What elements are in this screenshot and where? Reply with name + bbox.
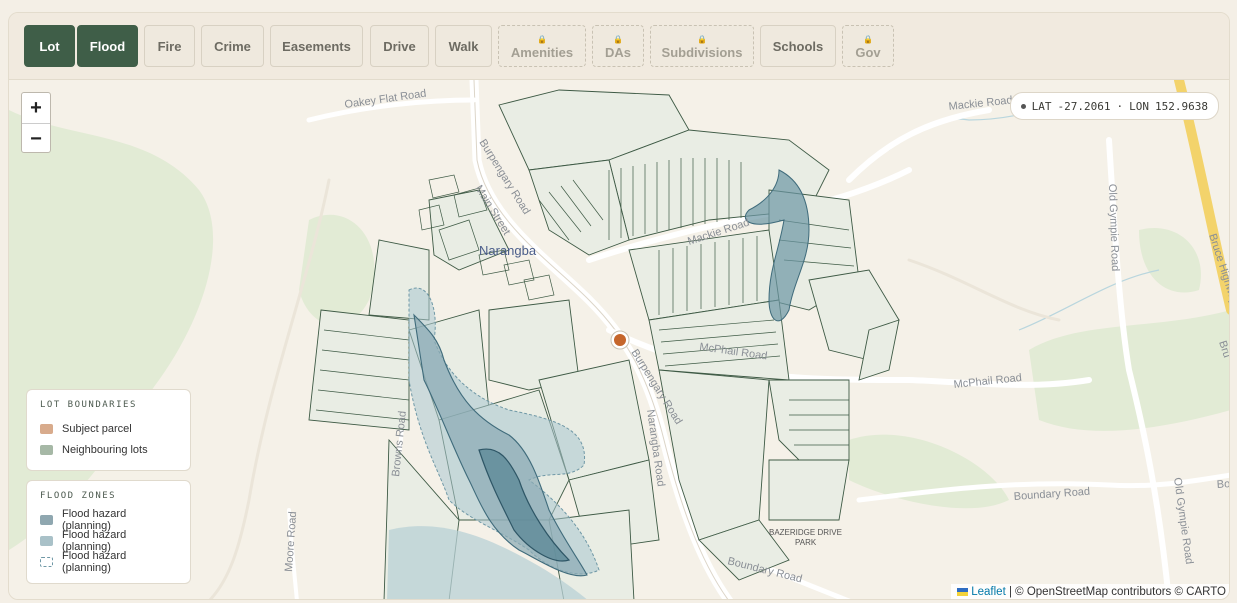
label-park: PARK: [795, 538, 817, 547]
legend-swatch: [40, 556, 53, 567]
coordinate-readout: LAT -27.2061 · LON 152.9638: [1009, 92, 1219, 120]
label-narangba-suburb: Narangba: [479, 243, 537, 258]
tab-lot[interactable]: Lot: [24, 25, 75, 67]
label-boundary-edge: Bo: [1216, 478, 1230, 491]
tab-flood[interactable]: Flood: [77, 25, 138, 67]
ukraine-flag-icon: [957, 588, 969, 596]
app-frame: Lot Flood Fire Crime Easements Drive Walk 🔒 Amen…: [8, 12, 1230, 600]
legend-item-subject-parcel: Subject parcel: [40, 418, 178, 439]
lon-value: 152.9638: [1155, 99, 1208, 113]
label-old-gympie-road-south: Old Gympie Road: [1171, 477, 1195, 565]
lock-icon: 🔒: [697, 34, 707, 44]
tab-label: Subdivisions: [661, 44, 743, 60]
tab-label: Schools: [772, 38, 824, 54]
legend-item-flood-hazard: Flood hazard (planning): [40, 529, 178, 553]
tab-gov[interactable]: 🔒 Gov: [842, 25, 894, 67]
tab-label: Flood: [89, 38, 126, 54]
legend-swatch: [40, 514, 53, 525]
tab-das[interactable]: 🔒 DAs: [592, 25, 644, 67]
legend-title: LOT BOUNDARIES: [40, 400, 137, 410]
legend-item-flood-hazard: Flood hazard (planning): [40, 508, 178, 532]
legend-flood-zones: FLOOD ZONES Flood hazard (planning) Floo…: [26, 480, 191, 584]
label-mcphail-road-east: McPhail Road: [953, 372, 1022, 391]
tab-subdivisions[interactable]: 🔒 Subdivisions: [650, 25, 754, 67]
lot-parcel: [658, 369, 770, 541]
layer-toolbar: Lot Flood Fire Crime Easements Drive Walk 🔒 Amen…: [9, 13, 1229, 80]
label-boundary-road-east: Boundary Road: [1013, 486, 1090, 503]
tab-walk[interactable]: Walk: [435, 25, 492, 67]
legend-item-neighbouring-lots: Neighbouring lots: [40, 439, 178, 460]
zoom-in-button[interactable]: +: [22, 93, 50, 124]
map-attribution: Leaflet | © OpenStreetMap contributors ©…: [951, 584, 1229, 599]
road-mackie-e: [846, 107, 992, 183]
label-bazeridge-drive: BAZERIDGE DRIVE: [769, 528, 842, 537]
tab-label: Gov: [855, 44, 881, 60]
tab-crime[interactable]: Crime: [201, 25, 264, 67]
tab-label: Amenities: [510, 44, 574, 60]
legend-lot-boundaries: LOT BOUNDARIES Subject parcel Neighbouri…: [26, 389, 191, 471]
lon-label: LON: [1129, 99, 1150, 113]
label-moore-road: Moore Road: [283, 511, 299, 572]
legend-item-flood-hazard: Flood hazard (planning): [40, 549, 178, 574]
lock-icon: 🔒: [613, 34, 623, 44]
legend-label: Flood hazard (planning): [61, 549, 127, 574]
lot-boundaries: [308, 89, 900, 599]
tab-label: Fire: [157, 38, 182, 54]
legend-swatch: [40, 444, 53, 455]
zoom-out-button[interactable]: −: [22, 124, 50, 154]
map-canvas[interactable]: Oakey Flat Road Mackie Road Mackie Road …: [9, 80, 1230, 600]
location-dot-icon: [1020, 103, 1026, 109]
map-graphics[interactable]: Oakey Flat Road Mackie Road Mackie Road …: [9, 80, 1230, 600]
lot-parcel: [308, 309, 410, 431]
legend-title: FLOOD ZONES: [40, 491, 117, 501]
legend-label: Neighbouring lots: [62, 443, 148, 456]
tab-label: DAs: [604, 44, 631, 60]
lat-value: -27.2061: [1057, 99, 1111, 113]
tab-schools[interactable]: Schools: [760, 25, 836, 67]
legend-label: Subject parcel: [62, 422, 132, 435]
lat-label: LAT: [1031, 99, 1052, 113]
leaflet-link[interactable]: Leaflet: [971, 586, 1006, 598]
legend-swatch: [40, 535, 53, 546]
green-area-mid: [299, 214, 375, 326]
tab-label: Lot: [39, 38, 60, 54]
label-bruce-highway: Bruce Highway: [1206, 232, 1230, 307]
tab-label: Easements: [282, 38, 351, 54]
legend-swatch: [40, 423, 53, 434]
lock-icon: 🔒: [863, 34, 873, 44]
coord-separator: ·: [1116, 99, 1124, 113]
tab-label: Walk: [448, 38, 479, 54]
zoom-control: + −: [21, 92, 51, 153]
subject-parcel-marker[interactable]: [610, 330, 630, 350]
tab-amenities[interactable]: 🔒 Amenities: [498, 25, 586, 67]
lock-icon: 🔒: [537, 34, 547, 44]
lot-parcel: [768, 379, 850, 471]
label-old-gympie-road-north: Old Gympie Road: [1106, 184, 1121, 272]
stream-e: [1018, 269, 1160, 331]
tab-easements[interactable]: Easements: [270, 25, 363, 67]
attribution-text: | © OpenStreetMap contributors © CARTO: [1008, 586, 1226, 598]
tab-drive[interactable]: Drive: [370, 25, 429, 67]
lot-parcel: [768, 459, 850, 521]
tab-label: Drive: [383, 38, 416, 54]
tab-fire[interactable]: Fire: [144, 25, 195, 67]
tab-label: Crime: [214, 38, 251, 54]
green-area-north-east: [1139, 228, 1201, 293]
road-local-e: [907, 258, 1061, 322]
